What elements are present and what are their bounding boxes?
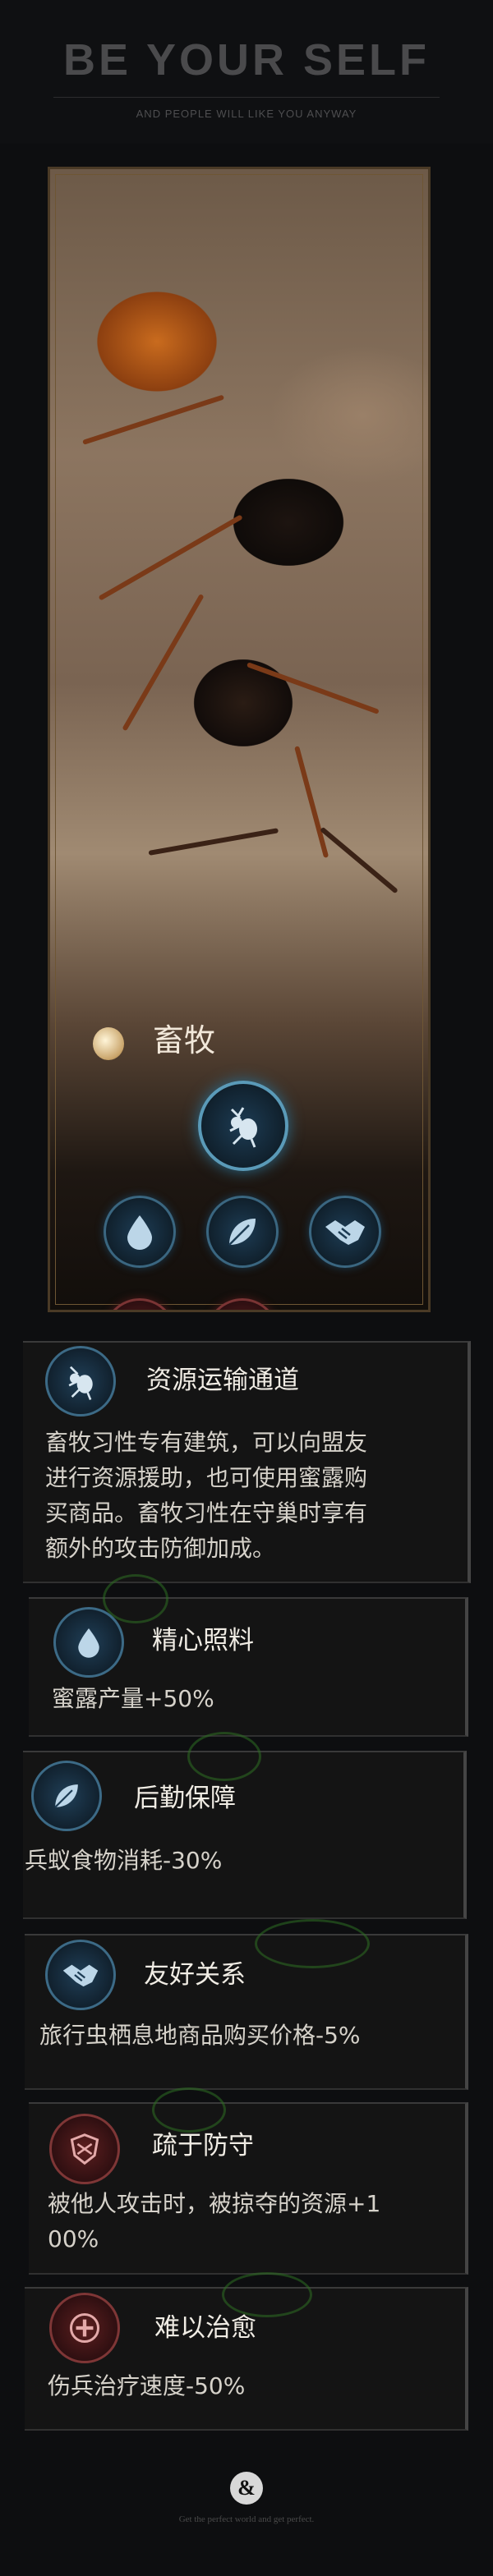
water-drop-icon [127,1215,152,1250]
trait-panel-care: 精心照料 蜜露产量+50% [29,1574,468,1737]
page-header: BE YOUR SELF AND PEOPLE WILL LIKE YOU AN… [0,0,493,144]
handshake-button[interactable] [309,1196,381,1268]
trait-title: 疏于防守 [152,2131,254,2160]
main-skill-button[interactable] [198,1081,288,1171]
trait-panel-logistics: 后勤保障 兵蚁食物消耗-30% [23,1732,467,1919]
trait-panel-defense: 疏于防守 被他人攻击时，被掠夺的资源+1 00% [29,2087,468,2275]
trait-title: 难以治愈 [154,2313,256,2343]
skill-name: 畜牧 [153,1022,216,1058]
trait-desc: 旅行虫栖息地商品购买价格-5% [39,2022,361,2049]
trait-desc: 被他人攻击时，被掠夺的资源+1 00% [48,2190,381,2252]
footer-logo: & [230,2472,263,2505]
handshake-icon [325,1220,365,1245]
plus-cross-icon [49,2293,120,2363]
pill-icon [93,1027,124,1060]
trait-desc: 兵蚁食物消耗-30% [25,1847,223,1874]
water-drop-button[interactable] [104,1196,176,1268]
trait-title: 友好关系 [144,1960,246,1990]
header-subtitle: AND PEOPLE WILL LIKE YOU ANYWAY [136,108,357,120]
trait-panel-healing: 难以治愈 伤兵治疗速度-50% [25,2272,468,2431]
leaf-icon [228,1219,256,1246]
trait-desc: 蜜露产量+50% [52,1685,214,1712]
trait-title: 资源运输通道 [146,1366,299,1395]
handshake-icon [45,1940,116,2010]
header-divider [53,97,440,98]
water-drop-icon [53,1607,124,1678]
trait-title: 精心照料 [152,1626,254,1655]
leaf-icon [31,1761,102,1831]
header-title: BE YOUR SELF [62,35,431,85]
trait-panel-friendship: 友好关系 旅行虫栖息地商品购买价格-5% [25,1919,468,2090]
footer-text: Get the perfect world and get perfect. [178,2514,315,2524]
trait-panel-transport: 资源运输通道 畜牧习性专有建筑，可以向盟友 进行资源援助，也可使用蜜露购 买商品… [23,1341,471,1583]
leaf-button[interactable] [206,1196,279,1268]
ant-icon [45,1346,116,1417]
trait-desc: 畜牧习性专有建筑，可以向盟友 进行资源援助，也可使用蜜露购 买商品。畜牧习性在守… [45,1429,368,1562]
trait-desc: 伤兵治疗速度-50% [48,2372,246,2399]
shield-icon [49,2114,120,2184]
ant-icon [229,1107,257,1148]
skill-card: 畜牧 § [48,167,431,1312]
trait-title: 后勤保障 [134,1784,236,1813]
